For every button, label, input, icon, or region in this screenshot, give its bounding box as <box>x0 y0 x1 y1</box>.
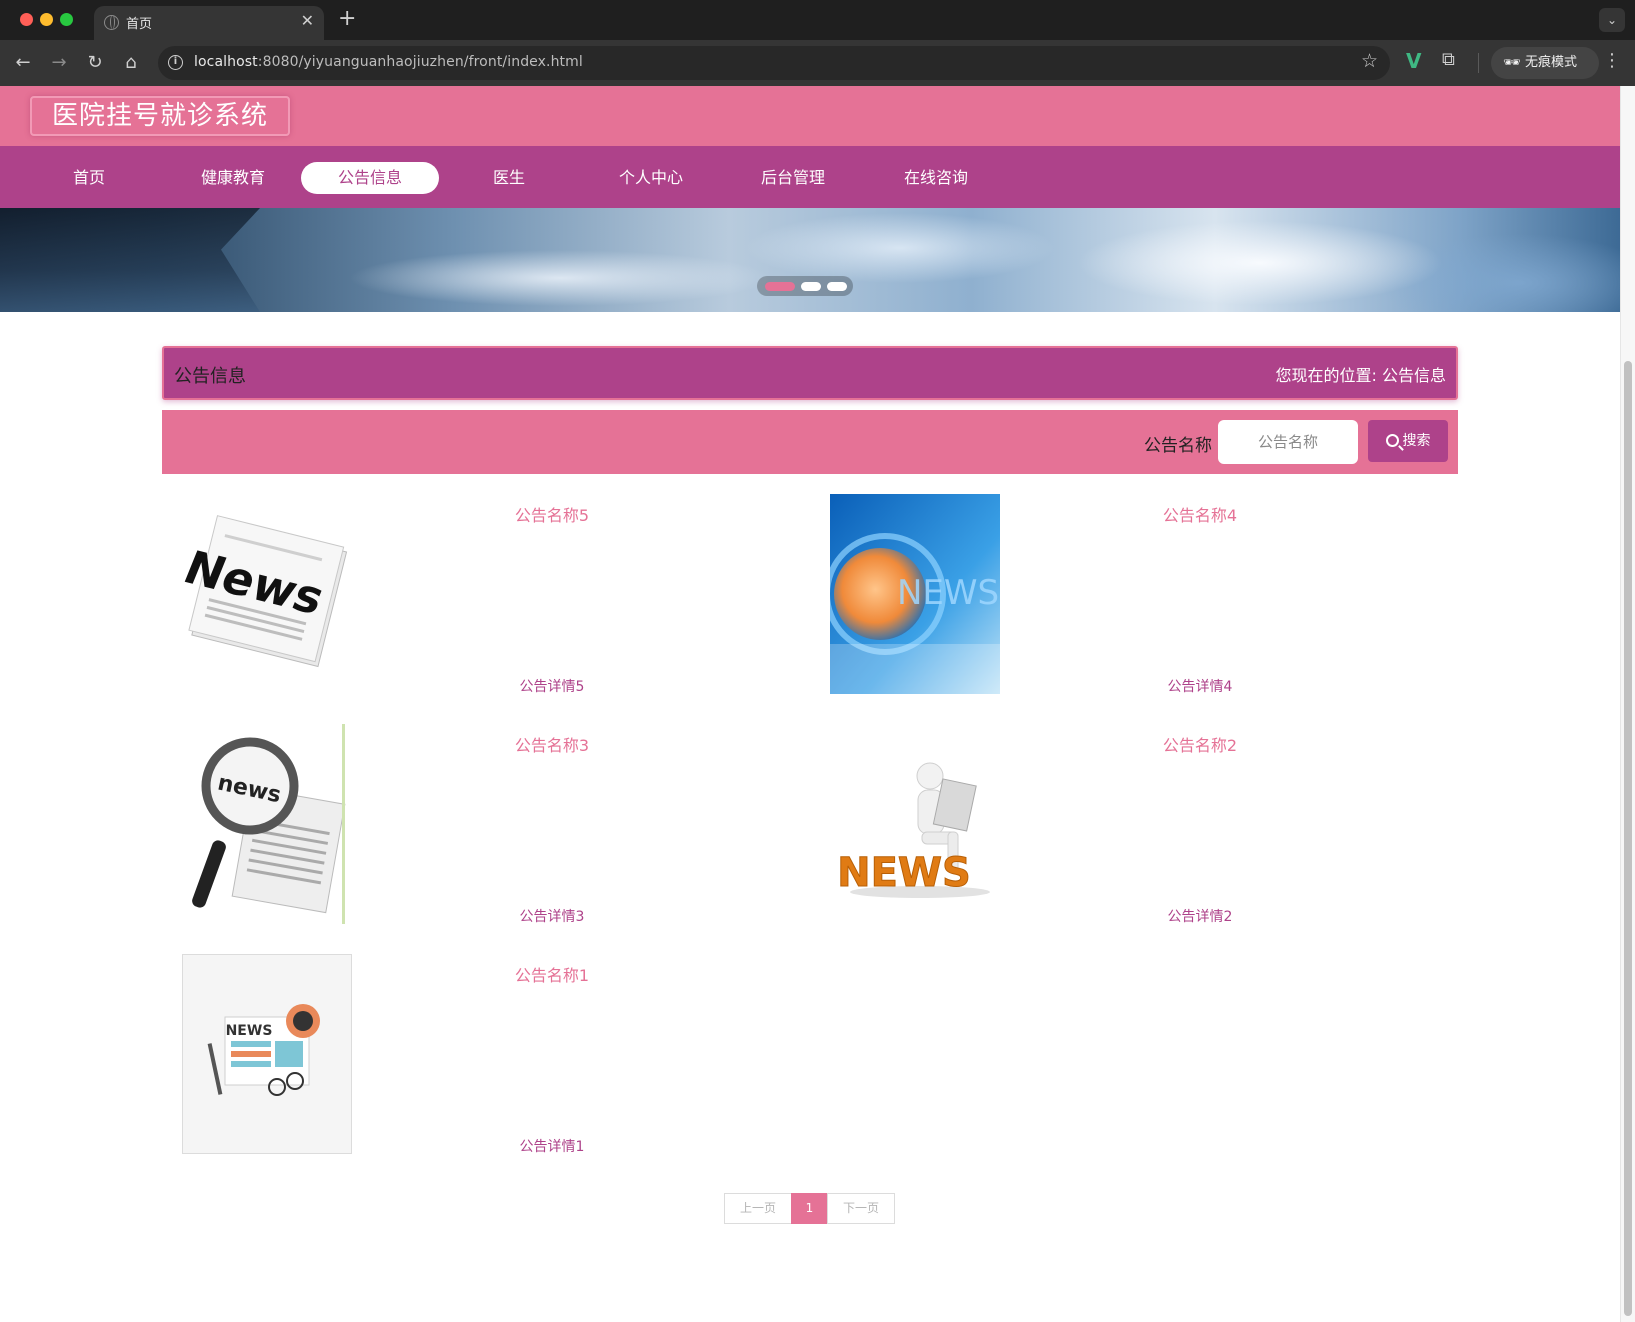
browser-toolbar: ← → ↻ ⌂ i localhost:8080/yiyuanguanhaoji… <box>0 40 1635 86</box>
notice-card[interactable]: NEWS 公告名称2 公告详情2 <box>810 724 1457 926</box>
site-info-icon[interactable]: i <box>168 55 183 70</box>
notice-name[interactable]: 公告名称4 <box>1000 502 1400 526</box>
url-path: :8080/yiyuanguanhaojiuzhen/front/index.h… <box>257 54 583 70</box>
new-tab-button[interactable]: + <box>338 6 356 31</box>
forward-arrow-icon[interactable]: → <box>46 50 72 76</box>
svg-text:NEWS: NEWS <box>897 573 999 613</box>
svg-text:NEWS: NEWS <box>226 1023 273 1039</box>
breadcrumb-current[interactable]: 公告信息 <box>1382 366 1446 385</box>
scrollbar-thumb[interactable] <box>1624 361 1632 1316</box>
magnifier-news-icon[interactable]: news <box>182 724 352 924</box>
browser-tab[interactable]: 首页 ✕ <box>94 6 324 40</box>
minimize-window-button[interactable] <box>40 13 53 26</box>
notice-name-search-input[interactable] <box>1218 420 1358 464</box>
globe-icon <box>104 15 119 30</box>
close-tab-icon[interactable]: ✕ <box>301 11 314 30</box>
section-header: 公告信息 您现在的位置: 公告信息 <box>162 346 1458 400</box>
browser-menu-icon[interactable]: ⋮ <box>1603 50 1621 71</box>
notice-card[interactable]: news 公告名称3 公告详情3 <box>162 724 809 926</box>
incognito-label: 无痕模式 <box>1525 55 1578 70</box>
notice-name[interactable]: 公告名称2 <box>1000 732 1400 756</box>
breadcrumb-prefix: 您现在的位置: <box>1275 366 1377 385</box>
search-button-label: 搜索 <box>1402 433 1431 449</box>
incognito-indicator[interactable]: 🕶 无痕模式 <box>1491 47 1599 79</box>
banner-carousel[interactable] <box>0 208 1620 312</box>
carousel-dot-3[interactable] <box>827 282 847 291</box>
incognito-icon: 🕶 <box>1503 55 1521 71</box>
search-label: 公告名称 <box>1144 436 1212 456</box>
tab-title: 首页 <box>126 17 153 32</box>
figure-reading-news-icon[interactable]: NEWS <box>830 724 1000 924</box>
banner-image <box>0 208 260 312</box>
url-host: localhost <box>194 54 258 70</box>
vue-devtools-extension-icon[interactable]: V <box>1406 49 1421 73</box>
browser-tab-strip: 首页 ✕ + ⌄ <box>0 0 1635 40</box>
tab-search-chevron-icon[interactable]: ⌄ <box>1599 8 1625 32</box>
maximize-window-button[interactable] <box>60 13 73 26</box>
carousel-dot-1[interactable] <box>765 282 795 291</box>
flat-news-illustration-icon[interactable]: NEWS <box>182 954 352 1154</box>
home-icon[interactable]: ⌂ <box>118 50 144 76</box>
search-button[interactable]: 搜索 <box>1368 420 1448 462</box>
carousel-indicators <box>757 276 853 296</box>
section-title: 公告信息 <box>174 366 246 387</box>
page-number-button[interactable]: 1 <box>791 1193 828 1224</box>
prev-page-button[interactable]: 上一页 <box>724 1193 792 1224</box>
search-icon <box>1385 434 1399 447</box>
nav-item-personal-center[interactable]: 个人中心 <box>582 162 720 194</box>
next-page-button[interactable]: 下一页 <box>827 1193 895 1224</box>
breadcrumb: 您现在的位置: 公告信息 <box>1275 362 1446 386</box>
vertical-scrollbar[interactable] <box>1620 86 1635 1322</box>
url-text[interactable]: localhost:8080/yiyuanguanhaojiuzhen/fron… <box>194 54 583 70</box>
extensions-puzzle-icon[interactable]: ⧉ <box>1442 49 1455 70</box>
carousel-dot-2[interactable] <box>801 282 821 291</box>
notice-card[interactable]: NEWS 公告名称1 公告详情1 <box>162 954 809 1156</box>
svg-text:NEWS: NEWS <box>837 850 971 896</box>
globe-news-broadcast-icon[interactable]: NEWS <box>830 494 1000 694</box>
notice-detail[interactable]: 公告详情1 <box>352 1136 752 1156</box>
brand-bar: 医院挂号就诊系统 <box>0 86 1620 146</box>
close-window-button[interactable] <box>20 13 33 26</box>
notice-name[interactable]: 公告名称1 <box>352 962 752 986</box>
notice-name[interactable]: 公告名称5 <box>352 502 752 526</box>
notice-name[interactable]: 公告名称3 <box>352 732 752 756</box>
reload-icon[interactable]: ↻ <box>82 50 108 76</box>
nav-item-online-consult[interactable]: 在线咨询 <box>867 162 1005 194</box>
site-title[interactable]: 医院挂号就诊系统 <box>30 96 291 136</box>
nav-item-home[interactable]: 首页 <box>20 162 158 194</box>
search-bar: 公告名称 搜索 <box>162 410 1458 474</box>
notice-card[interactable]: NEWS 公告名称4 公告详情4 <box>810 494 1457 696</box>
notice-detail[interactable]: 公告详情5 <box>352 676 752 696</box>
nav-item-health-education[interactable]: 健康教育 <box>164 162 302 194</box>
main-nav: 首页 健康教育 公告信息 医生 个人中心 后台管理 在线咨询 <box>0 146 1620 208</box>
nav-item-doctors[interactable]: 医生 <box>440 162 578 194</box>
back-arrow-icon[interactable]: ← <box>10 50 36 76</box>
bookmark-star-icon[interactable]: ☆ <box>1361 50 1378 72</box>
notice-detail[interactable]: 公告详情4 <box>1000 676 1400 696</box>
nav-item-notices[interactable]: 公告信息 <box>301 162 439 194</box>
notice-detail[interactable]: 公告详情2 <box>1000 906 1400 926</box>
toolbar-divider <box>1478 53 1479 73</box>
notice-detail[interactable]: 公告详情3 <box>352 906 752 926</box>
notice-card[interactable]: News 公告名称5 公告详情5 <box>162 494 809 696</box>
address-bar[interactable]: i localhost:8080/yiyuanguanhaojiuzhen/fr… <box>158 46 1390 80</box>
web-page: 医院挂号就诊系统 首页 健康教育 公告信息 医生 个人中心 后台管理 在线咨询 … <box>0 86 1620 1322</box>
newspaper-news-icon[interactable]: News <box>182 494 352 694</box>
nav-item-admin[interactable]: 后台管理 <box>724 162 862 194</box>
